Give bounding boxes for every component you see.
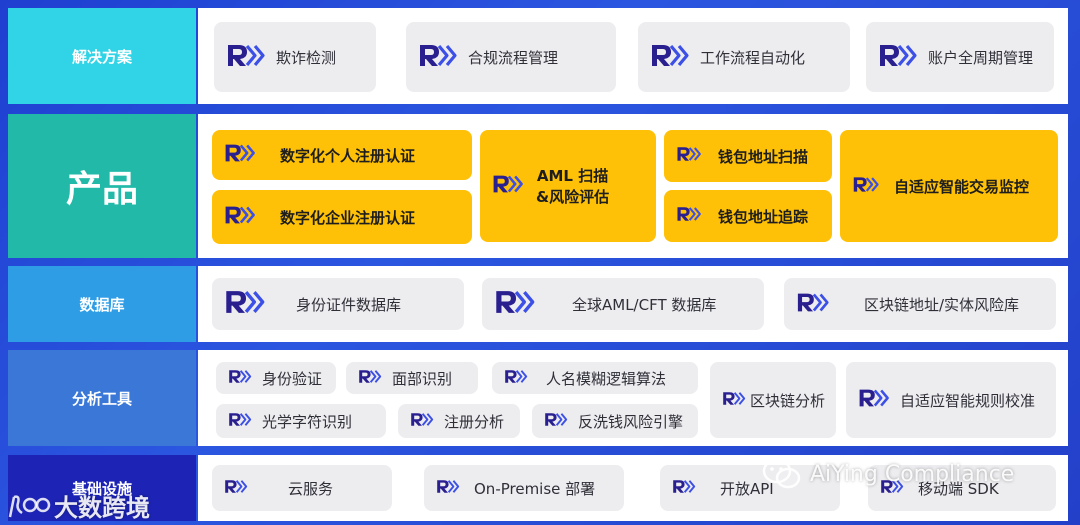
analytics-item: 身份验证	[216, 362, 336, 394]
solutions-row: 解决方案 欺诈检测 合规流程管理 工作流程自动化 账户全周期管理	[8, 8, 1076, 104]
brand-logo-icon	[224, 143, 256, 167]
product-item: AML 扫描 &风险评估	[480, 130, 656, 242]
analytics-item: 面部识别	[346, 362, 478, 394]
analytics-item: 人名模糊逻辑算法	[492, 362, 698, 394]
database-item: 身份证件数据库	[212, 278, 464, 330]
brand-logo-icon	[676, 206, 702, 226]
big-data-logo-icon	[8, 494, 51, 517]
database-item: 区块链地址/实体风险库	[784, 278, 1056, 330]
brand-watermark: 大数跨境	[6, 488, 150, 523]
analytics-item: 光学字符识别	[216, 404, 386, 438]
product-item: 钱包地址扫描	[664, 130, 832, 182]
product-item: 自适应智能交易监控	[840, 130, 1058, 242]
solutions-label: 解决方案	[8, 8, 196, 104]
brand-logo-icon	[796, 292, 830, 317]
brand-logo-icon	[650, 43, 690, 72]
brand-logo-icon	[672, 479, 696, 498]
brand-logo-icon	[878, 43, 918, 72]
brand-logo-icon	[224, 479, 248, 498]
analytics-row: 分析工具 身份验证 面部识别 人名模糊逻辑算法 光学字符识别 注册分析 反洗钱风…	[8, 350, 1076, 446]
analytics-panel: 身份验证 面部识别 人名模糊逻辑算法 光学字符识别 注册分析 反洗钱风险引擎 区…	[198, 350, 1068, 446]
brand-logo-icon	[676, 146, 702, 166]
analytics-item: 自适应智能规则校准	[846, 362, 1056, 438]
analytics-item: 反洗钱风险引擎	[532, 404, 698, 438]
brand-logo-icon	[722, 391, 746, 410]
solutions-panel: 欺诈检测 合规流程管理 工作流程自动化 账户全周期管理	[198, 8, 1068, 104]
brand-logo-icon	[418, 43, 458, 72]
brand-logo-icon	[410, 412, 434, 431]
brand-logo-icon	[224, 289, 266, 319]
brand-logo-icon	[858, 388, 890, 412]
database-label: 数据库	[8, 266, 196, 342]
analytics-item: 区块链分析	[710, 362, 836, 438]
products-panel: 数字化个人注册认证 数字化企业注册认证 AML 扫描 &风险评估 钱包地址扫描 …	[198, 114, 1068, 258]
infra-item: On-Premise 部署	[424, 465, 624, 511]
solution-item: 欺诈检测	[214, 22, 376, 92]
product-item: 钱包地址追踪	[664, 190, 832, 242]
infra-item: 云服务	[212, 465, 392, 511]
product-item: 数字化企业注册认证	[212, 190, 472, 244]
brand-logo-icon	[504, 369, 528, 388]
solution-item: 合规流程管理	[406, 22, 616, 92]
brand-watermark-text: 大数跨境	[54, 494, 150, 522]
brand-logo-icon	[228, 369, 252, 388]
wechat-watermark-text: AiYing Compliance	[810, 461, 1015, 487]
brand-logo-icon	[492, 174, 524, 198]
brand-logo-icon	[226, 43, 266, 72]
brand-logo-icon	[224, 205, 256, 229]
products-label: 产品	[8, 114, 196, 258]
database-item: 全球AML/CFT 数据库	[482, 278, 764, 330]
analytics-item: 注册分析	[398, 404, 520, 438]
database-panel: 身份证件数据库 全球AML/CFT 数据库 区块链地址/实体风险库	[198, 266, 1068, 342]
brand-logo-icon	[228, 412, 252, 431]
brand-logo-icon	[544, 412, 568, 431]
products-row: 产品 数字化个人注册认证 数字化企业注册认证 AML 扫描 &风险评估 钱包地址…	[8, 114, 1076, 258]
brand-logo-icon	[852, 176, 880, 197]
solution-item: 工作流程自动化	[638, 22, 850, 92]
product-item: 数字化个人注册认证	[212, 130, 472, 180]
database-row: 数据库 身份证件数据库 全球AML/CFT 数据库 区块链地址/实体风险库	[8, 266, 1076, 342]
wechat-icon	[762, 458, 801, 489]
analytics-label: 分析工具	[8, 350, 196, 446]
brand-logo-icon	[494, 289, 536, 319]
brand-logo-icon	[358, 369, 382, 388]
solution-item: 账户全周期管理	[866, 22, 1054, 92]
brand-logo-icon	[436, 479, 460, 498]
wechat-watermark: AiYing Compliance	[762, 458, 1014, 490]
